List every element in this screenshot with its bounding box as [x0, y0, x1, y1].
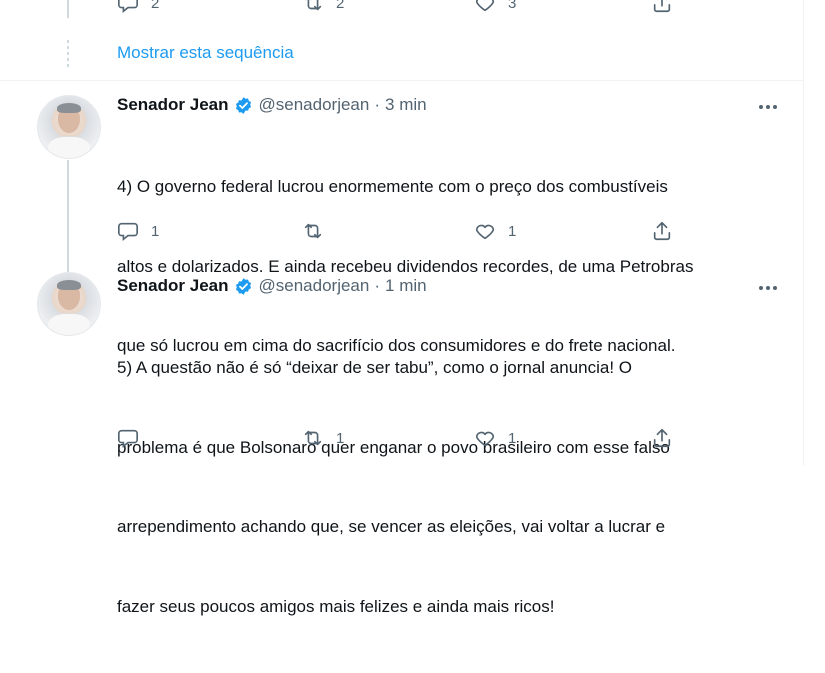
reply-button[interactable]: [117, 427, 151, 449]
timestamp[interactable]: 3 min: [385, 95, 427, 115]
like-button[interactable]: 1: [474, 220, 516, 242]
avatar[interactable]: [37, 272, 101, 336]
reply-icon: [117, 427, 139, 449]
show-thread-link[interactable]: Mostrar esta sequência: [117, 43, 294, 63]
like-button[interactable]: 1: [474, 427, 516, 449]
avatar[interactable]: [37, 95, 101, 159]
like-icon: [474, 427, 496, 449]
like-count: 1: [508, 429, 517, 447]
reply-icon: [117, 220, 139, 242]
more-icon[interactable]: [757, 277, 779, 299]
reply-count: 1: [151, 222, 160, 240]
more-icon[interactable]: [757, 96, 779, 118]
tweet-header: Senador Jean @senadorjean · 3 min: [117, 95, 427, 115]
like-icon: [474, 0, 496, 14]
separator-dot: ·: [374, 95, 381, 114]
timestamp[interactable]: 1 min: [385, 276, 427, 296]
reply-button[interactable]: 1: [117, 220, 159, 242]
share-icon: [651, 427, 673, 449]
retweet-icon: [302, 0, 324, 14]
timeline-panel: 2 2 3 Mostrar esta sequência Senador Jea…: [0, 0, 804, 616]
like-count: 1: [508, 222, 517, 240]
author-name[interactable]: Senador Jean: [117, 95, 229, 115]
retweet-icon: [302, 220, 324, 242]
tweet-header: Senador Jean @senadorjean · 1 min: [117, 276, 427, 296]
retweet-action-top[interactable]: 2: [302, 0, 344, 14]
share-icon: [651, 0, 673, 14]
share-action-top[interactable]: [651, 0, 673, 14]
reply-action-top[interactable]: 2: [117, 0, 159, 14]
verified-icon: [234, 277, 253, 296]
verified-icon: [234, 96, 253, 115]
separator-dot: ·: [374, 276, 381, 295]
like-icon: [474, 220, 496, 242]
reply-icon: [117, 0, 139, 14]
retweet-icon: [302, 427, 324, 449]
retweet-button[interactable]: [302, 220, 336, 242]
thread-connector: [67, 160, 69, 272]
author-handle[interactable]: @senadorjean: [259, 95, 370, 115]
author-handle[interactable]: @senadorjean: [259, 276, 370, 296]
retweet-count: 2: [336, 0, 345, 12]
share-button[interactable]: [651, 220, 673, 242]
like-action-top[interactable]: 3: [474, 0, 516, 14]
reply-count: 2: [151, 0, 160, 12]
tweet-text: 5) A questão não é só “deixar de ser tab…: [117, 358, 670, 616]
share-button[interactable]: [651, 427, 673, 449]
share-icon: [651, 220, 673, 242]
author-name[interactable]: Senador Jean: [117, 276, 229, 296]
like-count: 3: [508, 0, 517, 12]
divider: [0, 80, 803, 81]
thread-connector-dashed: [67, 40, 69, 70]
thread-connector-top: [67, 0, 69, 18]
retweet-button[interactable]: 1: [302, 427, 344, 449]
retweet-count: 1: [336, 429, 345, 447]
